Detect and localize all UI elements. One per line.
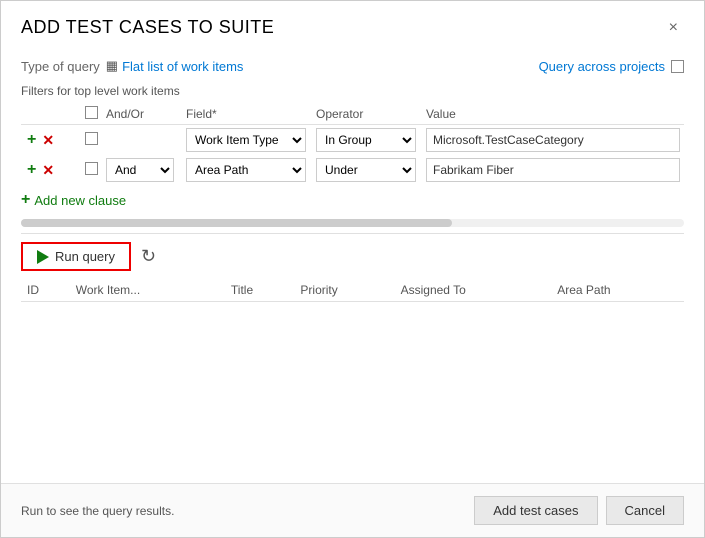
header-checkbox[interactable]: [85, 106, 98, 119]
row-2-checkbox[interactable]: [85, 162, 98, 175]
row-2-operator-select[interactable]: Under Equals Not Equals Not Under: [316, 158, 416, 182]
horizontal-scrollbar[interactable]: [21, 219, 684, 227]
row-2-add-button[interactable]: +: [25, 162, 38, 178]
flat-list-label: Flat list of work items: [122, 59, 243, 74]
add-clause-label: Add new clause: [34, 193, 126, 208]
footer-buttons: Add test cases Cancel: [474, 496, 684, 525]
close-button[interactable]: ×: [663, 18, 684, 38]
footer-note: Run to see the query results.: [21, 504, 174, 518]
col-area-path: Area Path: [551, 279, 684, 302]
query-across-label[interactable]: Query across projects: [539, 59, 665, 74]
col-checkbox-header: [81, 104, 102, 125]
row-1-field-select[interactable]: Work Item Type Area Path Title Assigned …: [186, 128, 306, 152]
refresh-button[interactable]: ↻: [141, 246, 156, 267]
col-priority: Priority: [294, 279, 394, 302]
row-2-actions: + ✕: [25, 162, 77, 178]
query-across-right: Query across projects: [539, 59, 684, 74]
type-of-query-label: Type of query: [21, 59, 100, 74]
row-1-remove-button[interactable]: ✕: [40, 133, 56, 147]
col-andor-header: And/Or: [102, 104, 182, 125]
col-operator-header: Operator: [312, 104, 422, 125]
run-query-button[interactable]: Run query: [21, 242, 131, 271]
row-1-checkbox[interactable]: [85, 132, 98, 145]
query-type-left: Type of query ▦ Flat list of work items: [21, 58, 243, 74]
row-1-actions: + ✕: [25, 132, 77, 148]
dialog-title: ADD TEST CASES TO SUITE: [21, 17, 274, 38]
flat-list-link[interactable]: ▦ Flat list of work items: [106, 58, 244, 74]
filters-label: Filters for top level work items: [21, 80, 684, 104]
row-2-value[interactable]: Fabrikam Fiber: [426, 158, 680, 182]
results-table: ID Work Item... Title Priority Assigned …: [21, 279, 684, 302]
col-value-header: Value: [422, 104, 684, 125]
row-2-remove-button[interactable]: ✕: [40, 163, 56, 177]
filter-table: And/Or Field* Operator Value + ✕: [21, 104, 684, 185]
filter-row-1: + ✕ Work Item Type Area Path Title Assig…: [21, 125, 684, 156]
grid-icon: ▦: [106, 58, 118, 74]
query-type-row: Type of query ▦ Flat list of work items …: [21, 48, 684, 80]
scrollbar-thumb[interactable]: [21, 219, 452, 227]
dialog-body: Type of query ▦ Flat list of work items …: [1, 48, 704, 483]
col-assigned-to: Assigned To: [395, 279, 552, 302]
row-2-field-select[interactable]: Area Path Work Item Type Title Assigned …: [186, 158, 306, 182]
filter-row-2: + ✕ And Or Area Path Wo: [21, 155, 684, 185]
run-query-section: Run query ↻: [21, 233, 684, 275]
query-across-checkbox[interactable]: [671, 60, 684, 73]
dialog-footer: Run to see the query results. Add test c…: [1, 483, 704, 537]
col-field-header: Field*: [182, 104, 312, 125]
col-work-item: Work Item...: [70, 279, 225, 302]
add-clause-plus-icon: +: [21, 191, 30, 209]
cancel-button[interactable]: Cancel: [606, 496, 684, 525]
run-icon: [37, 250, 49, 264]
run-query-label: Run query: [55, 249, 115, 264]
add-test-cases-button[interactable]: Add test cases: [474, 496, 597, 525]
dialog-header: ADD TEST CASES TO SUITE ×: [1, 1, 704, 48]
add-test-cases-dialog: ADD TEST CASES TO SUITE × Type of query …: [0, 0, 705, 538]
row-1-operator-select[interactable]: In Group Not In Group Equals Not Equals: [316, 128, 416, 152]
row-1-value[interactable]: Microsoft.TestCaseCategory: [426, 128, 680, 152]
results-header-row: ID Work Item... Title Priority Assigned …: [21, 279, 684, 302]
add-clause-row[interactable]: + Add new clause: [21, 185, 684, 209]
results-area: ID Work Item... Title Priority Assigned …: [21, 275, 684, 483]
row-2-andor-select[interactable]: And Or: [106, 158, 174, 182]
col-id: ID: [21, 279, 70, 302]
col-actions: [21, 104, 81, 125]
row-1-add-button[interactable]: +: [25, 132, 38, 148]
col-title: Title: [225, 279, 295, 302]
